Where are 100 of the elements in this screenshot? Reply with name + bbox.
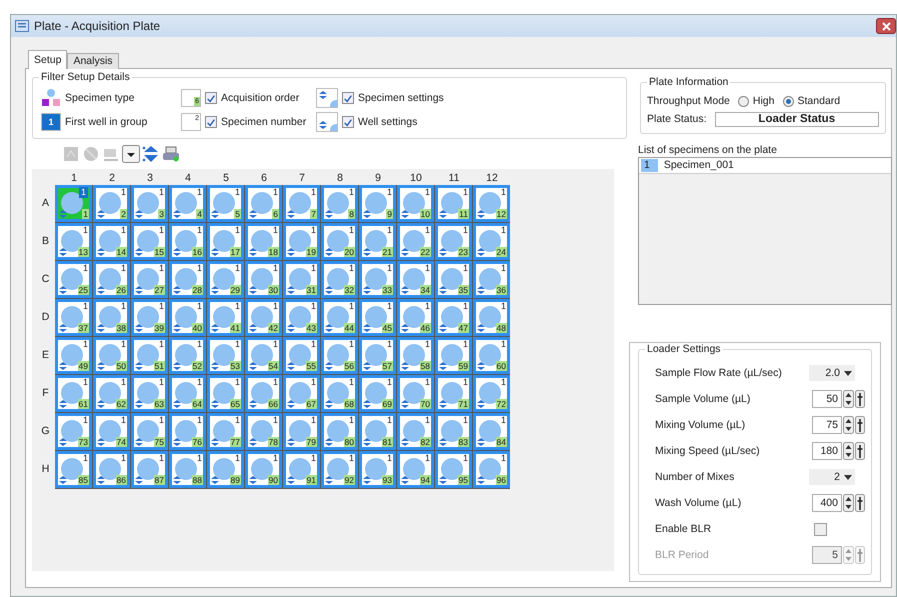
- number-field[interactable]: 50: [812, 390, 842, 408]
- close-button[interactable]: [876, 18, 896, 34]
- well[interactable]: 1 84: [473, 412, 510, 450]
- checkbox[interactable]: [205, 92, 217, 104]
- well[interactable]: 1 6: [245, 184, 282, 222]
- well[interactable]: 1 47: [435, 298, 472, 336]
- checkbox[interactable]: [342, 116, 354, 128]
- well[interactable]: 1 18: [245, 222, 282, 260]
- well[interactable]: 1 53: [207, 336, 244, 374]
- well[interactable]: 1 30: [245, 260, 282, 298]
- dropdown[interactable]: 2.0: [809, 365, 855, 381]
- well[interactable]: 1 11: [435, 184, 472, 222]
- well[interactable]: 1 35: [435, 260, 472, 298]
- well[interactable]: 1 2: [93, 184, 130, 222]
- well[interactable]: 1 21: [359, 222, 396, 260]
- radio-button[interactable]: [782, 96, 794, 107]
- well[interactable]: 1 24: [473, 222, 510, 260]
- well[interactable]: 1 68: [321, 374, 358, 412]
- well[interactable]: 1 22: [397, 222, 434, 260]
- well[interactable]: 1 27: [131, 260, 168, 298]
- well[interactable]: 1 93: [359, 450, 396, 488]
- well[interactable]: 1 91: [283, 450, 320, 488]
- well[interactable]: 1 69: [359, 374, 396, 412]
- well[interactable]: 1 56: [321, 336, 358, 374]
- well[interactable]: 1 42: [245, 298, 282, 336]
- well[interactable]: 1 71: [435, 374, 472, 412]
- well[interactable]: 1 34: [397, 260, 434, 298]
- well[interactable]: 1 31: [283, 260, 320, 298]
- well[interactable]: 1 96: [473, 450, 510, 488]
- tab[interactable]: Setup: [28, 50, 68, 69]
- well[interactable]: 1 80: [321, 412, 358, 450]
- well[interactable]: 1 39: [131, 298, 168, 336]
- checkbox[interactable]: [342, 92, 354, 104]
- well[interactable]: 1 67: [283, 374, 320, 412]
- well[interactable]: 1 63: [131, 374, 168, 412]
- well[interactable]: 1 51: [131, 336, 168, 374]
- stepper-buttons[interactable]: [843, 442, 865, 460]
- well[interactable]: 1 46: [397, 298, 434, 336]
- well[interactable]: 1 87: [131, 450, 168, 488]
- well[interactable]: 1 43: [283, 298, 320, 336]
- well[interactable]: 1 78: [245, 412, 282, 450]
- well[interactable]: 1 48: [473, 298, 510, 336]
- well[interactable]: 1 76: [169, 412, 206, 450]
- well[interactable]: 1 64: [169, 374, 206, 412]
- well[interactable]: 1 65: [207, 374, 244, 412]
- well[interactable]: 1 1: [55, 184, 92, 222]
- number-field[interactable]: 400: [812, 494, 842, 512]
- well[interactable]: 1 88: [169, 450, 206, 488]
- well[interactable]: 1 86: [93, 450, 130, 488]
- well[interactable]: 1 38: [93, 298, 130, 336]
- well[interactable]: 1 17: [207, 222, 244, 260]
- well[interactable]: 1 52: [169, 336, 206, 374]
- dropdown[interactable]: 2: [809, 469, 855, 485]
- well[interactable]: 1 50: [93, 336, 130, 374]
- well[interactable]: 1 3: [131, 184, 168, 222]
- well[interactable]: 1 73: [55, 412, 92, 450]
- well[interactable]: 1 29: [207, 260, 244, 298]
- well[interactable]: 1 23: [435, 222, 472, 260]
- well[interactable]: 1 36: [473, 260, 510, 298]
- dropdown-button[interactable]: [122, 145, 140, 163]
- well[interactable]: 1 14: [93, 222, 130, 260]
- number-field[interactable]: 75: [812, 416, 842, 434]
- well[interactable]: 1 40: [169, 298, 206, 336]
- well[interactable]: 1 66: [245, 374, 282, 412]
- well[interactable]: 1 59: [435, 336, 472, 374]
- well[interactable]: 1 90: [245, 450, 282, 488]
- well[interactable]: 1 16: [169, 222, 206, 260]
- well[interactable]: 1 12: [473, 184, 510, 222]
- well[interactable]: 1 83: [435, 412, 472, 450]
- well[interactable]: 1 44: [321, 298, 358, 336]
- well[interactable]: 1 41: [207, 298, 244, 336]
- well[interactable]: 1 9: [359, 184, 396, 222]
- well[interactable]: 1 95: [435, 450, 472, 488]
- well[interactable]: 1 32: [321, 260, 358, 298]
- well[interactable]: 1 37: [55, 298, 92, 336]
- well[interactable]: 1 28: [169, 260, 206, 298]
- well[interactable]: 1 79: [283, 412, 320, 450]
- well[interactable]: 1 33: [359, 260, 396, 298]
- well[interactable]: 1 81: [359, 412, 396, 450]
- well[interactable]: 1 89: [207, 450, 244, 488]
- number-field[interactable]: 180: [812, 442, 842, 460]
- well[interactable]: 1 92: [321, 450, 358, 488]
- well[interactable]: 1 5: [207, 184, 244, 222]
- well[interactable]: 1 82: [397, 412, 434, 450]
- well[interactable]: 1 61: [55, 374, 92, 412]
- stepper-buttons[interactable]: [843, 494, 865, 512]
- well[interactable]: 1 94: [397, 450, 434, 488]
- well[interactable]: 1 57: [359, 336, 396, 374]
- well[interactable]: 1 77: [207, 412, 244, 450]
- well[interactable]: 1 4: [169, 184, 206, 222]
- well[interactable]: 1 60: [473, 336, 510, 374]
- well[interactable]: 1 70: [397, 374, 434, 412]
- well[interactable]: 1 20: [321, 222, 358, 260]
- well[interactable]: 1 10: [397, 184, 434, 222]
- well[interactable]: 1 74: [93, 412, 130, 450]
- well[interactable]: 1 13: [55, 222, 92, 260]
- well[interactable]: 1 25: [55, 260, 92, 298]
- well[interactable]: 1 54: [245, 336, 282, 374]
- well[interactable]: 1 72: [473, 374, 510, 412]
- printer-icon[interactable]: [162, 145, 180, 163]
